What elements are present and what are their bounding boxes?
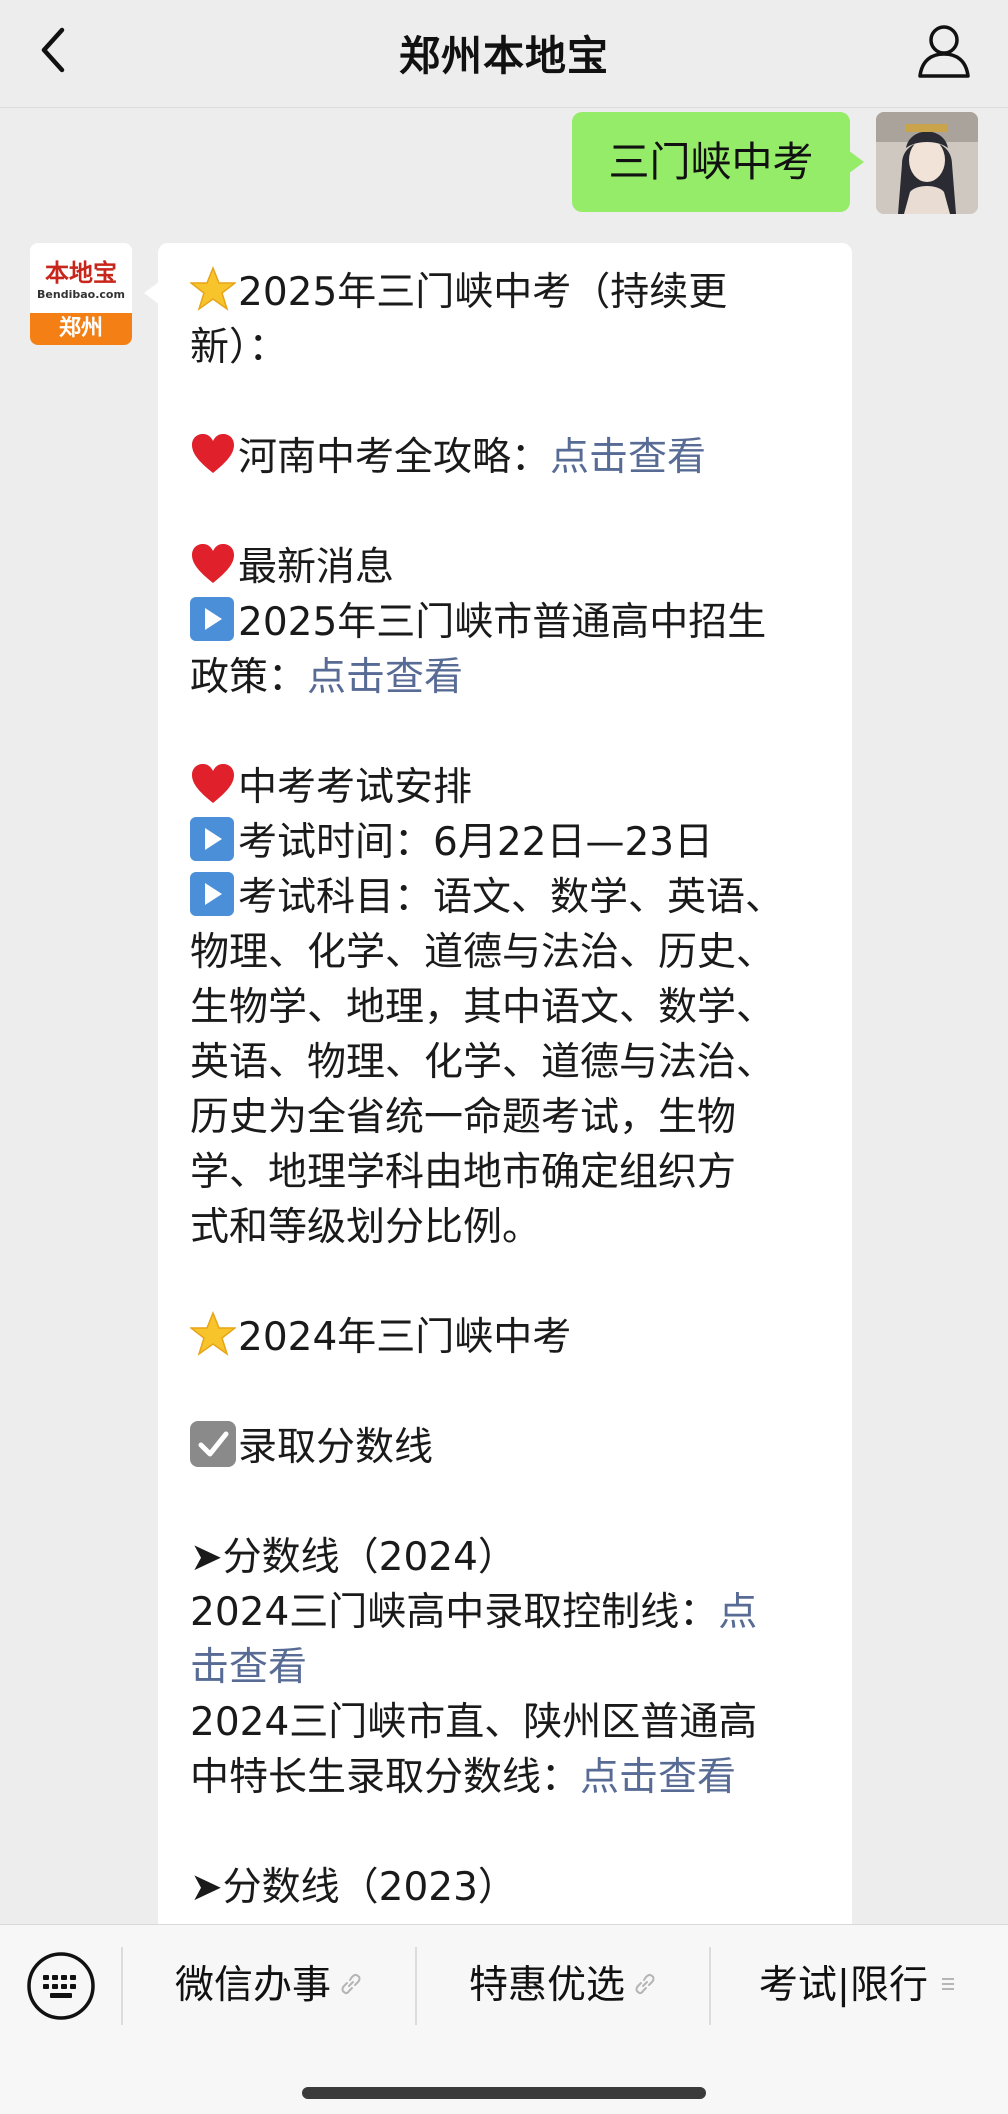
profile-icon[interactable] — [914, 20, 974, 80]
checkbox-emoji-icon — [190, 1421, 236, 1467]
text-line: 击查看 — [190, 1640, 820, 1695]
text-line: 英语、物理、化学、道德与法治、 — [190, 1040, 776, 1085]
text-line: 2025年三门峡市普通高中招生 — [190, 595, 820, 650]
text-line: 2024三门峡市直、陕州区普通高 — [190, 1700, 758, 1745]
menu-item-wechat-services[interactable]: 微信办事 — [123, 1953, 415, 2019]
star-emoji-icon — [190, 1311, 236, 1356]
text-line: 式和等级划分比例。 — [190, 1205, 542, 1250]
keyboard-icon[interactable] — [26, 1951, 96, 2021]
text-line: 生物学、地理，其中语文、数学、 — [190, 985, 776, 1030]
heart-emoji-icon — [192, 764, 234, 803]
text-line: ➤分数线（2024） — [190, 1535, 517, 1580]
logo: 本地宝 Bendibao.com — [30, 243, 132, 313]
text-line: 录取分数线 — [190, 1420, 820, 1475]
sent-message-bubble[interactable]: 三门峡中考 — [572, 112, 864, 212]
text-line: 河南中考全攻略：点击查看 — [190, 430, 820, 485]
heart-emoji-icon — [192, 544, 234, 583]
text-line: 中考考试安排 — [190, 760, 820, 815]
text-line: 中特长生录取分数线：点击查看 — [190, 1755, 737, 1800]
play-button-emoji-icon — [190, 597, 234, 641]
home-indicator[interactable] — [302, 2087, 706, 2099]
menu-lines-icon — [942, 1978, 955, 1990]
view-link[interactable]: 点 — [718, 1590, 757, 1635]
logo-city: 郑州 — [30, 313, 132, 345]
menu-item-exam-traffic[interactable]: 考试|限行 — [711, 1953, 1008, 2019]
link-icon — [341, 1973, 361, 1995]
reply-message-bubble: 2025年三门峡中考（持续更 新）： 河南中考全攻略：点击查看 最新消息 202… — [144, 243, 852, 1924]
star-emoji-icon — [190, 266, 236, 311]
view-link[interactable]: 点击查看 — [550, 435, 706, 480]
link-icon — [635, 1973, 655, 1995]
play-button-emoji-icon — [190, 872, 234, 916]
bottom-menu-bar: 微信办事 特惠优选 考试|限行 — [0, 1924, 1008, 2114]
text-line: 历史为全省统一命题考试，生物 — [190, 1095, 737, 1140]
view-link[interactable]: 点击查看 — [307, 655, 463, 700]
nav-bar: 郑州本地宝 — [0, 0, 1008, 108]
text-line: 2025年三门峡中考（持续更 — [190, 265, 820, 320]
text-line: ➤分数线（2023） — [190, 1865, 517, 1910]
text-line: 2024三门峡高中录取控制线：点 — [190, 1590, 758, 1635]
page-title: 郑州本地宝 — [399, 32, 609, 80]
text-line: 最新消息 — [190, 540, 820, 595]
text-line: 考试时间：6月22日—23日 — [190, 815, 820, 870]
menu-item-special-offers[interactable]: 特惠优选 — [417, 1953, 709, 2019]
text-line: 2024年三门峡中考 — [190, 1310, 820, 1365]
text-line: 政策：点击查看 — [190, 655, 464, 700]
text-line: 新）： — [190, 325, 288, 370]
user-avatar[interactable] — [876, 112, 978, 214]
text-line: 学、地理学科由地市确定组织方 — [190, 1150, 737, 1195]
view-link[interactable]: 点击查看 — [580, 1755, 736, 1800]
text-line: 考试科目：语文、数学、英语、 — [190, 870, 820, 925]
heart-emoji-icon — [192, 434, 234, 473]
chat-area[interactable]: 三门峡中考 本地宝 Bendibao.com 郑州 2025年三门峡中考（持续更… — [0, 108, 1008, 1924]
view-link[interactable]: 击查看 — [190, 1645, 307, 1690]
play-button-emoji-icon — [190, 817, 234, 861]
text-line: 物理、化学、道德与法治、历史、 — [190, 930, 776, 975]
official-account-avatar[interactable]: 本地宝 Bendibao.com 郑州 — [30, 243, 132, 345]
